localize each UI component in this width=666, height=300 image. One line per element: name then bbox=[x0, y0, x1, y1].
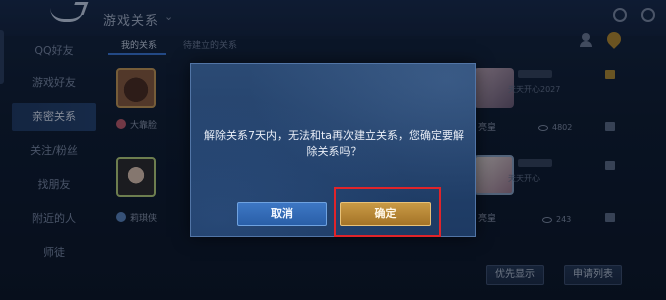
app-screen: 游戏关系 ⌄ QQ好友 游戏好友 亲密关系 关注/粉丝 找朋友 附近的人 师徒 … bbox=[0, 0, 666, 300]
dialog-message: 解除关系7天内，无法和ta再次建立关系，您确定要解除关系吗？ bbox=[203, 129, 465, 158]
annotation-highlight-box bbox=[334, 187, 441, 237]
cancel-button[interactable]: 取消 bbox=[237, 202, 327, 226]
